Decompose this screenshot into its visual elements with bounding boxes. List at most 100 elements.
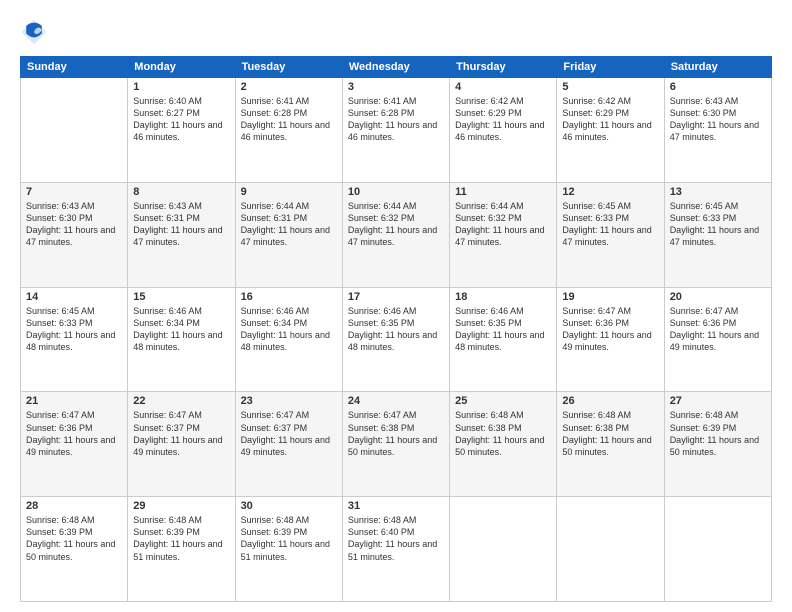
day-info: Sunrise: 6:48 AM Sunset: 6:39 PM Dayligh… [133, 514, 229, 563]
day-info: Sunrise: 6:47 AM Sunset: 6:36 PM Dayligh… [670, 305, 766, 354]
day-info: Sunrise: 6:42 AM Sunset: 6:29 PM Dayligh… [455, 95, 551, 144]
day-number: 22 [133, 395, 229, 407]
day-number: 23 [241, 395, 337, 407]
logo-icon [20, 18, 48, 46]
day-cell [664, 497, 771, 602]
day-number: 24 [348, 395, 444, 407]
day-info: Sunrise: 6:48 AM Sunset: 6:39 PM Dayligh… [241, 514, 337, 563]
day-info: Sunrise: 6:45 AM Sunset: 6:33 PM Dayligh… [562, 200, 658, 249]
day-number: 11 [455, 186, 551, 198]
day-cell: 1Sunrise: 6:40 AM Sunset: 6:27 PM Daylig… [128, 78, 235, 183]
day-number: 12 [562, 186, 658, 198]
day-number: 3 [348, 81, 444, 93]
day-info: Sunrise: 6:48 AM Sunset: 6:38 PM Dayligh… [562, 409, 658, 458]
day-info: Sunrise: 6:47 AM Sunset: 6:38 PM Dayligh… [348, 409, 444, 458]
day-cell: 29 Sunrise: 6:48 AM Sunset: 6:39 PM Dayli… [128, 497, 235, 602]
day-cell: 5Sunrise: 6:42 AM Sunset: 6:29 PM Daylig… [557, 78, 664, 183]
day-info: Sunrise: 6:45 AM Sunset: 6:33 PM Dayligh… [670, 200, 766, 249]
day-cell: 10 Sunrise: 6:44 AM Sunset: 6:32 PM Dayli… [342, 182, 449, 287]
page: SundayMondayTuesdayWednesdayThursdayFrid… [0, 0, 792, 612]
day-info: Sunrise: 6:46 AM Sunset: 6:35 PM Dayligh… [348, 305, 444, 354]
day-cell: 17 Sunrise: 6:46 AM Sunset: 6:35 PM Dayli… [342, 287, 449, 392]
day-number: 8 [133, 186, 229, 198]
day-info: Sunrise: 6:46 AM Sunset: 6:35 PM Dayligh… [455, 305, 551, 354]
day-number: 16 [241, 291, 337, 303]
day-cell [21, 78, 128, 183]
day-info: Sunrise: 6:47 AM Sunset: 6:37 PM Dayligh… [133, 409, 229, 458]
day-cell: 18 Sunrise: 6:46 AM Sunset: 6:35 PM Dayli… [450, 287, 557, 392]
day-cell: 23 Sunrise: 6:47 AM Sunset: 6:37 PM Dayli… [235, 392, 342, 497]
day-number: 9 [241, 186, 337, 198]
day-info: Sunrise: 6:48 AM Sunset: 6:38 PM Dayligh… [455, 409, 551, 458]
week-row-5: 28 Sunrise: 6:48 AM Sunset: 6:39 PM Dayli… [21, 497, 772, 602]
day-number: 27 [670, 395, 766, 407]
day-cell: 22 Sunrise: 6:47 AM Sunset: 6:37 PM Dayli… [128, 392, 235, 497]
day-info: Sunrise: 6:47 AM Sunset: 6:37 PM Dayligh… [241, 409, 337, 458]
day-info: Sunrise: 6:41 AM Sunset: 6:28 PM Dayligh… [348, 95, 444, 144]
day-number: 20 [670, 291, 766, 303]
logo [20, 18, 52, 46]
day-cell: 6 Sunrise: 6:43 AM Sunset: 6:30 PM Daylig… [664, 78, 771, 183]
col-header-sunday: Sunday [21, 57, 128, 78]
day-cell: 4 Sunrise: 6:42 AM Sunset: 6:29 PM Daylig… [450, 78, 557, 183]
day-cell: 15 Sunrise: 6:46 AM Sunset: 6:34 PM Dayli… [128, 287, 235, 392]
day-info: Sunrise: 6:40 AM Sunset: 6:27 PM Dayligh… [133, 95, 229, 144]
day-info: Sunrise: 6:44 AM Sunset: 6:31 PM Dayligh… [241, 200, 337, 249]
day-info: Sunrise: 6:41 AM Sunset: 6:28 PM Dayligh… [241, 95, 337, 144]
day-cell: 30 Sunrise: 6:48 AM Sunset: 6:39 PM Dayli… [235, 497, 342, 602]
day-cell: 31 Sunrise: 6:48 AM Sunset: 6:40 PM Dayli… [342, 497, 449, 602]
day-info: Sunrise: 6:46 AM Sunset: 6:34 PM Dayligh… [133, 305, 229, 354]
day-info: Sunrise: 6:46 AM Sunset: 6:34 PM Dayligh… [241, 305, 337, 354]
header-row: SundayMondayTuesdayWednesdayThursdayFrid… [21, 57, 772, 78]
day-info: Sunrise: 6:47 AM Sunset: 6:36 PM Dayligh… [562, 305, 658, 354]
col-header-saturday: Saturday [664, 57, 771, 78]
day-info: Sunrise: 6:48 AM Sunset: 6:39 PM Dayligh… [670, 409, 766, 458]
day-cell: 26 Sunrise: 6:48 AM Sunset: 6:38 PM Dayli… [557, 392, 664, 497]
day-number: 30 [241, 500, 337, 512]
day-cell: 8 Sunrise: 6:43 AM Sunset: 6:31 PM Daylig… [128, 182, 235, 287]
col-header-thursday: Thursday [450, 57, 557, 78]
day-cell: 7Sunrise: 6:43 AM Sunset: 6:30 PM Daylig… [21, 182, 128, 287]
week-row-4: 21 Sunrise: 6:47 AM Sunset: 6:36 PM Dayli… [21, 392, 772, 497]
day-number: 15 [133, 291, 229, 303]
day-number: 2 [241, 81, 337, 93]
day-info: Sunrise: 6:47 AM Sunset: 6:36 PM Dayligh… [26, 409, 122, 458]
col-header-monday: Monday [128, 57, 235, 78]
day-number: 18 [455, 291, 551, 303]
day-number: 17 [348, 291, 444, 303]
day-number: 25 [455, 395, 551, 407]
day-number: 28 [26, 500, 122, 512]
day-info: Sunrise: 6:44 AM Sunset: 6:32 PM Dayligh… [348, 200, 444, 249]
col-header-friday: Friday [557, 57, 664, 78]
header [20, 18, 772, 46]
day-info: Sunrise: 6:44 AM Sunset: 6:32 PM Dayligh… [455, 200, 551, 249]
day-number: 6 [670, 81, 766, 93]
day-cell: 14Sunrise: 6:45 AM Sunset: 6:33 PM Dayli… [21, 287, 128, 392]
day-number: 31 [348, 500, 444, 512]
day-number: 26 [562, 395, 658, 407]
col-header-wednesday: Wednesday [342, 57, 449, 78]
day-cell: 16 Sunrise: 6:46 AM Sunset: 6:34 PM Dayli… [235, 287, 342, 392]
day-cell [450, 497, 557, 602]
day-info: Sunrise: 6:45 AM Sunset: 6:33 PM Dayligh… [26, 305, 122, 354]
week-row-2: 7Sunrise: 6:43 AM Sunset: 6:30 PM Daylig… [21, 182, 772, 287]
day-number: 29 [133, 500, 229, 512]
day-number: 21 [26, 395, 122, 407]
day-number: 4 [455, 81, 551, 93]
day-cell: 20 Sunrise: 6:47 AM Sunset: 6:36 PM Dayli… [664, 287, 771, 392]
day-cell [557, 497, 664, 602]
day-number: 13 [670, 186, 766, 198]
day-cell: 9 Sunrise: 6:44 AM Sunset: 6:31 PM Daylig… [235, 182, 342, 287]
day-cell: 3 Sunrise: 6:41 AM Sunset: 6:28 PM Daylig… [342, 78, 449, 183]
day-cell: 27 Sunrise: 6:48 AM Sunset: 6:39 PM Dayli… [664, 392, 771, 497]
day-info: Sunrise: 6:48 AM Sunset: 6:39 PM Dayligh… [26, 514, 122, 563]
day-number: 10 [348, 186, 444, 198]
day-cell: 24 Sunrise: 6:47 AM Sunset: 6:38 PM Dayli… [342, 392, 449, 497]
day-cell: 25 Sunrise: 6:48 AM Sunset: 6:38 PM Dayli… [450, 392, 557, 497]
day-info: Sunrise: 6:43 AM Sunset: 6:31 PM Dayligh… [133, 200, 229, 249]
day-cell: 2 Sunrise: 6:41 AM Sunset: 6:28 PM Daylig… [235, 78, 342, 183]
day-cell: 12 Sunrise: 6:45 AM Sunset: 6:33 PM Dayli… [557, 182, 664, 287]
day-info: Sunrise: 6:43 AM Sunset: 6:30 PM Dayligh… [670, 95, 766, 144]
day-info: Sunrise: 6:48 AM Sunset: 6:40 PM Dayligh… [348, 514, 444, 563]
day-cell: 13 Sunrise: 6:45 AM Sunset: 6:33 PM Dayli… [664, 182, 771, 287]
